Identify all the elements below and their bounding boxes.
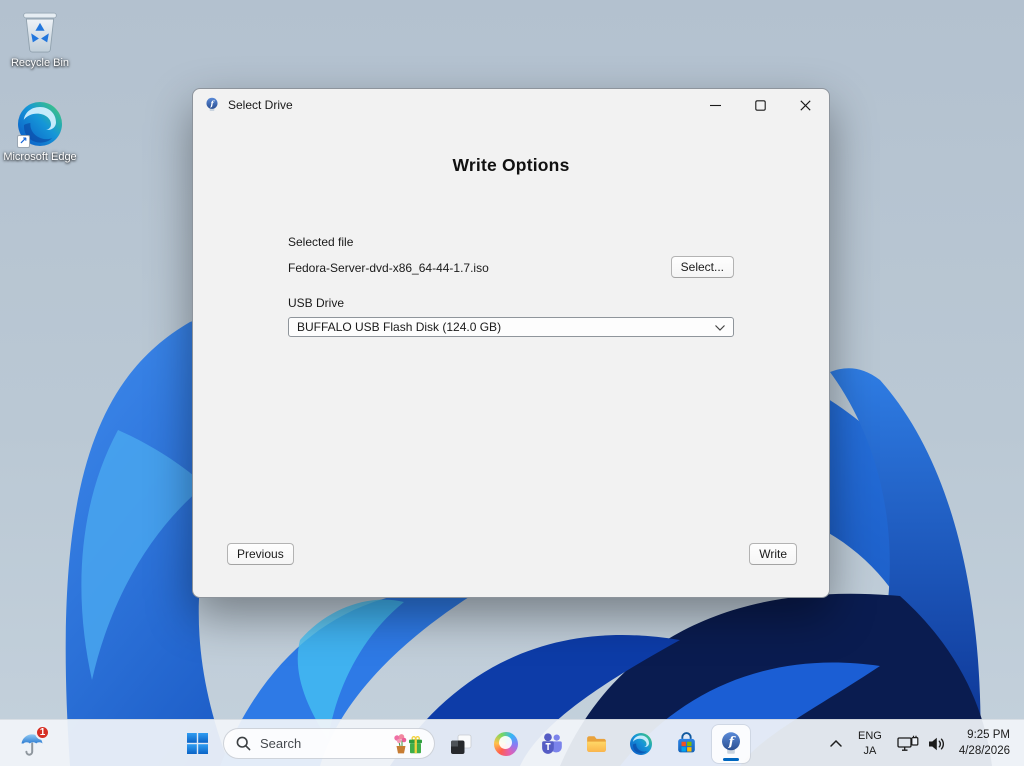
select-file-button[interactable]: Select... (670, 256, 734, 278)
file-explorer-icon (586, 736, 606, 752)
search-placeholder: Search (260, 736, 302, 751)
fedora-media-writer-window: f Select Drive Write Options Selected fi… (192, 88, 830, 598)
write-button[interactable]: Write (749, 543, 797, 565)
edge-icon (630, 732, 652, 755)
usb-drive-selected-value: BUFFALO USB Flash Disk (124.0 GB) (297, 320, 502, 334)
usb-drive-label: USB Drive (288, 296, 345, 310)
widgets-notification-badge: 1 (35, 725, 50, 740)
desktop-icon-label: Recycle Bin (10, 57, 70, 69)
teams-icon (541, 733, 562, 754)
maximize-button[interactable] (738, 90, 783, 120)
desktop-icon-label: Microsoft Edge (3, 151, 77, 163)
windows-logo-icon (186, 733, 208, 754)
volume-icon (928, 737, 944, 750)
active-app-indicator (723, 757, 739, 761)
start-button[interactable] (178, 725, 216, 763)
clock-time: 9:25 PM (967, 728, 1010, 741)
tray-chevron-button[interactable] (824, 735, 848, 752)
taskbar-app-edge[interactable] (622, 725, 660, 763)
search-input[interactable]: Search (223, 728, 435, 759)
taskbar: 1 Search f ENG JA 9:25 PM 4/28/2026 (0, 719, 1024, 766)
edge-icon: ↗ (1, 100, 79, 148)
usb-drive-dropdown[interactable]: BUFFALO USB Flash Disk (124.0 GB) (288, 317, 734, 337)
seasonal-flowers-gift-icon (394, 733, 422, 753)
window-title: Select Drive (228, 98, 293, 112)
selected-file-label: Selected file (288, 235, 354, 249)
language-primary: ENG (857, 730, 882, 743)
app-icon-fedora: f (206, 97, 218, 111)
chevron-up-icon (830, 739, 842, 747)
search-icon (236, 736, 251, 751)
clock-date: 4/28/2026 (958, 744, 1010, 757)
network-ethernet-icon (897, 735, 919, 751)
taskbar-app-fedora-media-writer[interactable]: f (712, 724, 750, 763)
selected-file-value: Fedora-Server-dvd-x86_64-44-1.7.iso (288, 261, 489, 275)
previous-button[interactable]: Previous (227, 543, 294, 565)
maximize-icon (755, 99, 766, 111)
recycle-bin-icon (1, 6, 79, 54)
taskbar-app-file-explorer[interactable] (577, 725, 615, 763)
close-icon (800, 99, 811, 111)
desktop-icon-recycle-bin[interactable]: Recycle Bin (1, 6, 79, 70)
minimize-button[interactable] (693, 90, 738, 120)
taskbar-app-copilot[interactable] (487, 725, 525, 763)
page-title: Write Options (452, 155, 570, 175)
desktop: Recycle Bin ↗ Microsoft Edge f Select Dr… (0, 0, 1024, 766)
desktop-icon-microsoft-edge[interactable]: ↗ Microsoft Edge (1, 100, 79, 164)
language-secondary: JA (863, 744, 877, 757)
task-view-icon (451, 734, 472, 754)
taskbar-app-teams[interactable] (532, 725, 570, 763)
fedora-media-writer-icon: f (722, 731, 740, 754)
widgets-button[interactable]: 1 (12, 724, 52, 764)
microsoft-store-icon (677, 732, 695, 753)
minimize-icon (710, 104, 721, 106)
close-button[interactable] (783, 90, 828, 120)
clock[interactable]: 9:25 PM 4/28/2026 (957, 728, 1016, 759)
language-indicator[interactable]: ENG JA (854, 729, 886, 758)
taskbar-app-task-view[interactable] (442, 725, 480, 763)
chevron-down-icon (715, 325, 725, 331)
taskbar-app-microsoft-store[interactable] (667, 725, 705, 763)
copilot-icon (494, 731, 518, 756)
tray-system-icons[interactable] (892, 731, 951, 756)
shortcut-arrow-icon: ↗ (17, 135, 30, 148)
